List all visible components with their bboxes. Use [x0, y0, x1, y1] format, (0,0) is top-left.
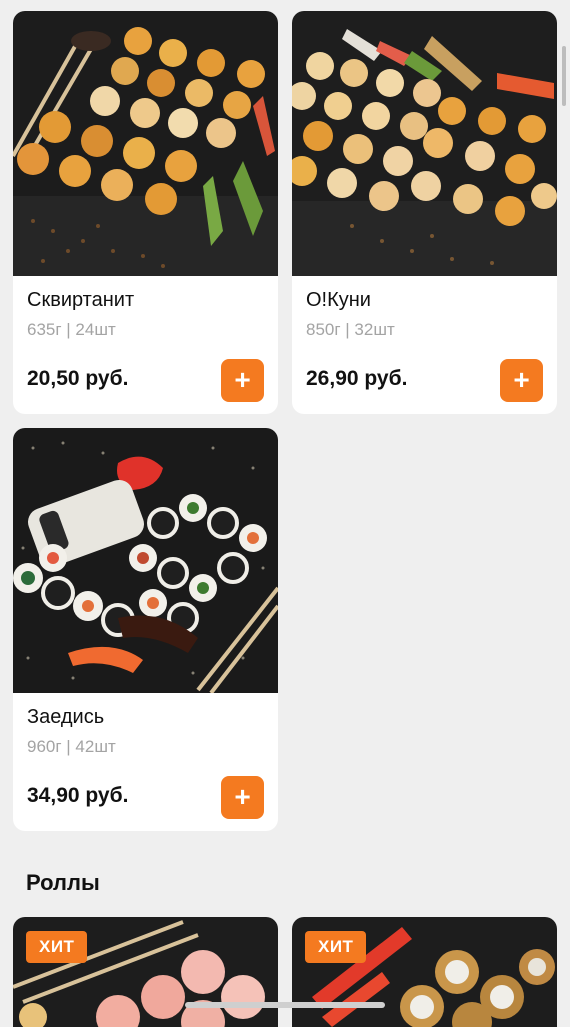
product-image[interactable]	[292, 11, 557, 276]
section-title-rolls: Роллы	[26, 870, 100, 895]
product-weight-count: 635г | 24шт	[27, 320, 116, 339]
product-weight-count: 850г | 32шт	[306, 320, 395, 339]
hit-badge: ХИТ	[26, 931, 88, 963]
product-image[interactable]	[13, 11, 278, 276]
plus-icon: +	[234, 363, 251, 395]
hit-badge: ХИТ	[305, 931, 367, 963]
plus-icon: +	[513, 363, 530, 395]
add-to-cart-button[interactable]: +	[500, 359, 543, 402]
plus-icon: +	[234, 780, 251, 812]
home-indicator	[185, 1002, 385, 1008]
product-card[interactable]: ХИТ	[13, 917, 278, 1027]
product-weight-count: 960г | 42шт	[27, 737, 116, 756]
product-price: 20,50 руб.	[27, 367, 129, 390]
product-name: Заедись	[27, 706, 105, 728]
add-to-cart-button[interactable]: +	[221, 776, 264, 819]
product-card[interactable]: ХИТ	[292, 917, 557, 1027]
product-card[interactable]: О!Куни 850г | 32шт 26,90 руб. +	[292, 11, 557, 414]
product-price: 26,90 руб.	[306, 367, 408, 390]
product-price: 34,90 руб.	[27, 784, 129, 807]
product-name: О!Куни	[306, 289, 371, 311]
add-to-cart-button[interactable]: +	[221, 359, 264, 402]
product-card[interactable]: Сквиртанит 635г | 24шт 20,50 руб. +	[13, 11, 278, 414]
scrollbar[interactable]	[562, 46, 566, 106]
product-name: Сквиртанит	[27, 289, 135, 311]
product-image[interactable]	[13, 428, 278, 693]
product-card[interactable]: Заедись 960г | 42шт 34,90 руб. +	[13, 428, 278, 831]
